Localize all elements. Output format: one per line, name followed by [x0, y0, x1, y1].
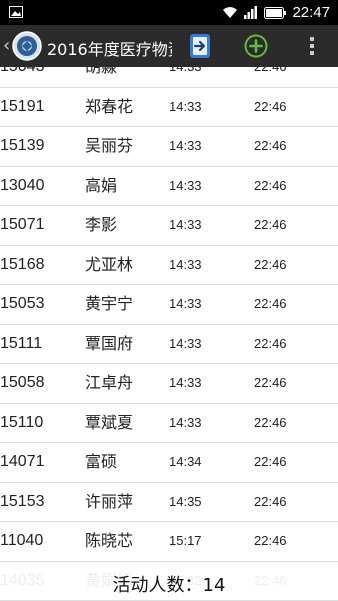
active-count-footer: 活动人数：14	[0, 571, 338, 600]
check-in-time: 14:33	[169, 167, 202, 206]
person-name: 覃斌夏	[85, 404, 133, 443]
record-id: 15191	[0, 88, 45, 127]
check-out-time: 22:46	[254, 483, 287, 522]
check-in-time: 14:33	[169, 88, 202, 127]
check-in-time: 14:33	[169, 206, 202, 245]
status-time: 22:47	[292, 4, 330, 21]
back-chevron-icon[interactable]: ‹	[3, 35, 10, 56]
check-in-time: 15:17	[169, 522, 202, 561]
status-bar: 22:47	[0, 0, 338, 25]
overflow-menu-icon[interactable]	[304, 34, 320, 58]
person-name: 尤亚林	[85, 246, 133, 285]
check-in-time: 14:33	[169, 285, 202, 324]
app-logo[interactable]	[12, 31, 42, 61]
list-item[interactable]: 11040 陈晓芯 15:17 22:46	[0, 522, 338, 562]
person-name: 吴丽芬	[85, 127, 133, 166]
person-name: 郑春花	[85, 88, 133, 127]
check-out-time: 22:46	[254, 285, 287, 324]
check-in-time: 14:35	[169, 483, 202, 522]
person-name: 富硕	[85, 443, 117, 482]
share-icon[interactable]	[186, 32, 214, 60]
person-name: 高娟	[85, 167, 117, 206]
check-in-time: 14:33	[169, 246, 202, 285]
record-id: 13040	[0, 167, 45, 206]
record-id: 15168	[0, 246, 45, 285]
add-icon[interactable]	[244, 34, 268, 58]
record-id: 14071	[0, 443, 45, 482]
list-item[interactable]: 15111 覃国府 14:33 22:46	[0, 325, 338, 365]
signal-icon	[244, 6, 258, 19]
check-in-time: 14:33	[169, 404, 202, 443]
check-out-time: 22:46	[254, 88, 287, 127]
record-id: 11040	[0, 522, 43, 561]
check-in-time: 14:34	[169, 443, 202, 482]
attendance-list: 15043胡淼14:3322:4615191郑春花14:3322:4615139…	[0, 48, 338, 601]
check-out-time: 22:46	[254, 522, 287, 561]
record-id: 15139	[0, 127, 45, 166]
person-name: 陈晓芯	[85, 522, 133, 561]
list-item[interactable]: 15110 覃斌夏 14:33 22:46	[0, 404, 338, 444]
person-name: 覃国府	[85, 325, 133, 364]
record-id: 15053	[0, 285, 45, 324]
list-item[interactable]: 15168 尤亚林 14:33 22:46	[0, 246, 338, 286]
app-title: 2016年度医疗物资	[47, 36, 172, 60]
image-notification-icon	[9, 6, 23, 18]
action-bar: ‹ 2016年度医疗物资	[0, 25, 338, 67]
wifi-icon	[222, 6, 238, 19]
check-out-time: 22:46	[254, 325, 287, 364]
list-item[interactable]: 14071 富硕 14:34 22:46	[0, 443, 338, 483]
check-in-time: 14:33	[169, 127, 202, 166]
check-out-time: 22:46	[254, 206, 287, 245]
list-item[interactable]: 15071 李影 14:33 22:46	[0, 206, 338, 246]
list-item[interactable]: 13040 高娟 14:33 22:46	[0, 167, 338, 207]
person-name: 江卓舟	[85, 364, 133, 403]
record-id: 15071	[0, 206, 45, 245]
check-out-time: 22:46	[254, 404, 287, 443]
list-item[interactable]: 15053 黄宇宁 14:33 22:46	[0, 285, 338, 325]
person-name: 许丽萍	[85, 483, 133, 522]
battery-icon	[264, 7, 286, 19]
check-out-time: 22:46	[254, 127, 287, 166]
check-in-time: 14:33	[169, 364, 202, 403]
check-out-time: 22:46	[254, 246, 287, 285]
record-id: 15058	[0, 364, 45, 403]
check-out-time: 22:46	[254, 167, 287, 206]
list-item[interactable]: 15139 吴丽芬 14:33 22:46	[0, 127, 338, 167]
record-id: 15153	[0, 483, 45, 522]
check-in-time: 14:33	[169, 325, 202, 364]
check-out-time: 22:46	[254, 443, 287, 482]
check-out-time: 22:46	[254, 364, 287, 403]
list-item[interactable]: 15153 许丽萍 14:35 22:46	[0, 483, 338, 523]
record-id: 15111	[0, 325, 42, 364]
list-item[interactable]: 15058 江卓舟 14:33 22:46	[0, 364, 338, 404]
person-name: 李影	[85, 206, 117, 245]
person-name: 黄宇宁	[85, 285, 133, 324]
record-id: 15110	[0, 404, 43, 443]
list-item[interactable]: 15191 郑春花 14:33 22:46	[0, 88, 338, 128]
